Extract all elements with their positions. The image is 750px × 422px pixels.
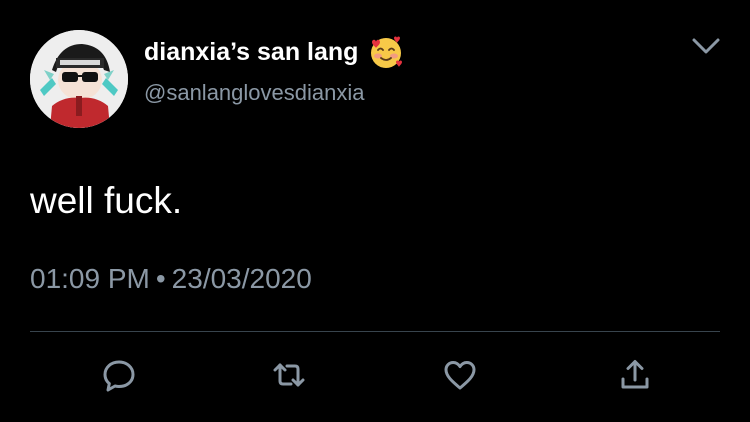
retweet-icon	[273, 363, 305, 387]
avatar-image	[30, 30, 128, 128]
tweet-card: dianxia’s san lang @sanlanglovesdianxia …	[0, 0, 750, 422]
user-handle[interactable]: @sanlanglovesdianxia	[144, 80, 364, 106]
tweet-time[interactable]: 01:09 PM	[30, 263, 150, 294]
like-button[interactable]	[440, 355, 480, 395]
retweet-button[interactable]	[269, 355, 309, 395]
share-button[interactable]	[615, 355, 655, 395]
tweet-text: well fuck.	[30, 180, 183, 221]
smiling-face-with-hearts-icon	[368, 34, 404, 70]
tweet-timestamp[interactable]: 01:09 PM • 23/03/2020	[30, 263, 312, 295]
action-bar	[0, 355, 750, 395]
avatar[interactable]	[30, 30, 128, 128]
chevron-down-icon[interactable]	[690, 34, 722, 58]
divider	[30, 331, 720, 332]
tweet-date[interactable]: 23/03/2020	[172, 263, 312, 294]
reply-button[interactable]	[99, 355, 139, 395]
meta-separator: •	[155, 263, 166, 294]
like-icon	[444, 361, 476, 390]
display-name-row[interactable]: dianxia’s san lang	[144, 34, 404, 70]
display-name[interactable]: dianxia’s san lang	[144, 38, 358, 67]
reply-icon	[103, 360, 135, 392]
share-icon	[621, 360, 649, 389]
